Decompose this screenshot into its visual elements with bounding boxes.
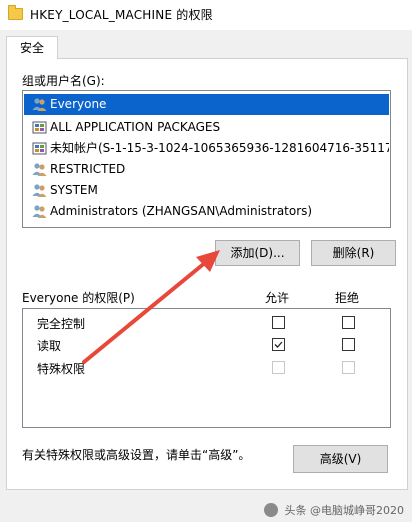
- list-item-everyone[interactable]: Everyone: [24, 94, 389, 115]
- permissions-list: 完全控制 读取 特殊权限: [22, 308, 391, 428]
- remove-button[interactable]: 删除(R): [311, 240, 396, 266]
- advanced-note: 有关特殊权限或高级设置，请单击“高级”。: [22, 448, 251, 462]
- users-group-icon: [32, 163, 47, 176]
- watermark-logo-icon: [264, 503, 278, 517]
- permission-special-label: 特殊权限: [37, 362, 86, 376]
- users-label: 组或用户名(G):: [22, 74, 105, 88]
- deny-column-header: 拒绝: [335, 291, 360, 305]
- list-item-label: SYSTEM: [50, 183, 98, 197]
- tab-security[interactable]: 安全: [6, 36, 58, 59]
- permissions-header: Everyone 的权限(P): [22, 291, 135, 305]
- advanced-button[interactable]: 高级(V): [293, 445, 388, 473]
- permission-full-control-label: 完全控制: [37, 317, 86, 331]
- allow-special-checkbox: [272, 361, 285, 374]
- deny-read-checkbox[interactable]: [342, 338, 355, 351]
- list-item-label: RESTRICTED: [50, 162, 126, 176]
- allow-read-checkbox[interactable]: [272, 338, 285, 351]
- deny-special-checkbox: [342, 361, 355, 374]
- permission-read-label: 读取: [37, 339, 62, 353]
- allow-column-header: 允许: [265, 291, 290, 305]
- list-item-label: 未知帐户(S-1-15-3-1024-1065365936-1281604716…: [50, 141, 389, 155]
- add-button[interactable]: 添加(D)...: [215, 240, 300, 266]
- users-group-icon: [32, 205, 47, 218]
- deny-full-control-checkbox[interactable]: [342, 316, 355, 329]
- list-item-restricted[interactable]: RESTRICTED: [24, 159, 389, 180]
- allow-full-control-checkbox[interactable]: [272, 316, 285, 329]
- window-title: HKEY_LOCAL_MACHINE 的权限: [30, 8, 213, 22]
- list-item-label: Administrators (ZHANGSAN\Administrators): [50, 204, 313, 218]
- checkmark-icon: [274, 341, 283, 348]
- list-item-label: ALL APPLICATION PACKAGES: [50, 120, 221, 134]
- list-item-all-app-packages[interactable]: ALL APPLICATION PACKAGES: [24, 117, 389, 138]
- list-item-system[interactable]: SYSTEM: [24, 180, 389, 201]
- unknown-account-icon: [32, 142, 47, 155]
- watermark-text: 头条 @电脑城峥哥2020: [284, 504, 405, 517]
- users-group-icon: [32, 184, 47, 197]
- users-group-icon: [32, 98, 47, 111]
- users-listbox[interactable]: Everyone ALL APPLICATION PACKAGES 未知帐户(S…: [22, 90, 391, 228]
- title-bar: HKEY_LOCAL_MACHINE 的权限: [0, 0, 412, 30]
- packages-icon: [32, 121, 47, 134]
- list-item-administrators[interactable]: Administrators (ZHANGSAN\Administrators): [24, 201, 389, 222]
- watermark: 头条 @电脑城峥哥2020: [264, 502, 404, 518]
- list-item-unknown-account[interactable]: 未知帐户(S-1-15-3-1024-1065365936-1281604716…: [24, 138, 389, 159]
- folder-icon: [8, 5, 23, 20]
- list-item-label: Everyone: [50, 97, 107, 111]
